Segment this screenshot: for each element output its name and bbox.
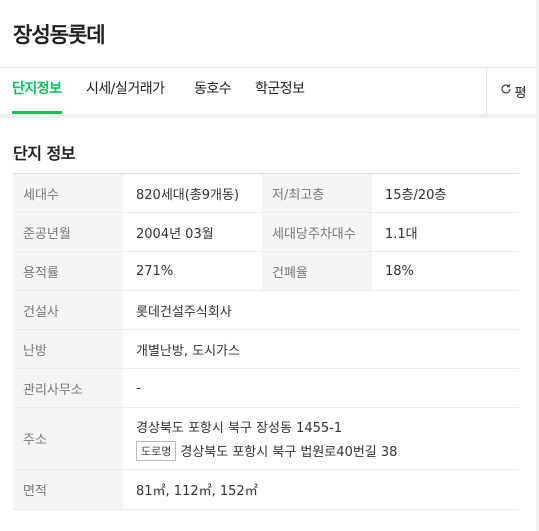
- completion-value: 2004년 03월: [136, 226, 214, 242]
- complex-info-table: 세대수 820세대(총9개동) 저/최고층 15층/20층 준공년월 2004년…: [13, 173, 519, 510]
- table-row: 주소 경상북도 포항시 북구 장성동 1455-1 도로명 경상북도 포항시 북…: [13, 408, 519, 470]
- table-row: 면적 81㎡, 112㎡, 152㎡: [13, 470, 519, 510]
- households-label: 세대수: [13, 174, 123, 212]
- road-name-badge: 도로명: [136, 440, 177, 461]
- far-label: 용적률: [13, 252, 123, 290]
- section-title: 단지 정보: [13, 144, 75, 163]
- completion-label: 준공년월: [13, 213, 123, 251]
- road-address: 경상북도 포항시 북구 법원로40번길 38: [180, 445, 398, 460]
- table-row: 난방 개별난방, 도시가스: [13, 330, 519, 369]
- area-label: 면적: [13, 470, 123, 509]
- households-value: 820세대(총9개동): [136, 187, 240, 203]
- heating-value: 개별난방, 도시가스: [136, 343, 240, 359]
- tab-bar: 단지정보 시세/실거래가 동호수 학군정보 평: [0, 68, 539, 114]
- section-divider: [0, 114, 539, 118]
- table-row: 건설사 롯데건설주식회사: [13, 291, 519, 330]
- lot-address: 경상북도 포항시 북구 장성동 1455-1: [136, 420, 343, 436]
- unit-toggle-label: 평: [514, 85, 527, 101]
- table-row: 준공년월 2004년 03월 세대당주차대수 1.1대: [13, 213, 519, 252]
- address-value: 경상북도 포항시 북구 장성동 1455-1 도로명 경상북도 포항시 북구 법…: [123, 408, 519, 469]
- road-address-line: 도로명 경상북도 포항시 북구 법원로40번길 38: [136, 440, 398, 461]
- office-value: -: [136, 380, 141, 396]
- tab-price-transactions[interactable]: 시세/실거래가: [86, 68, 165, 114]
- page-header: 장성동롯데: [0, 0, 539, 68]
- far-value: 271%: [136, 263, 174, 279]
- tab-complex-info[interactable]: 단지정보: [12, 68, 62, 114]
- bcr-value: 18%: [385, 263, 414, 279]
- table-row: 용적률 271% 건폐율 18%: [13, 252, 519, 291]
- address-label: 주소: [13, 408, 123, 469]
- page-title: 장성동롯데: [13, 23, 106, 47]
- area-value: 81㎡, 112㎡, 152㎡: [136, 484, 258, 499]
- table-row: 세대수 820세대(총9개동) 저/최고층 15층/20층: [13, 174, 519, 213]
- builder-label: 건설사: [13, 291, 123, 329]
- refresh-icon: [500, 83, 512, 99]
- parking-value: 1.1대: [385, 226, 418, 242]
- parking-label: 세대당주차대수: [262, 213, 372, 251]
- tab-building-units[interactable]: 동호수: [194, 68, 232, 114]
- unit-toggle-button[interactable]: 평: [486, 68, 539, 114]
- builder-value: 롯데건설주식회사: [136, 304, 232, 320]
- floors-label: 저/최고층: [262, 174, 372, 212]
- heating-label: 난방: [13, 330, 123, 368]
- bcr-label: 건폐율: [262, 252, 372, 290]
- office-label: 관리사무소: [13, 369, 123, 407]
- table-row: 관리사무소 -: [13, 369, 519, 408]
- tab-school-info[interactable]: 학군정보: [255, 68, 305, 114]
- floors-value: 15층/20층: [385, 187, 447, 203]
